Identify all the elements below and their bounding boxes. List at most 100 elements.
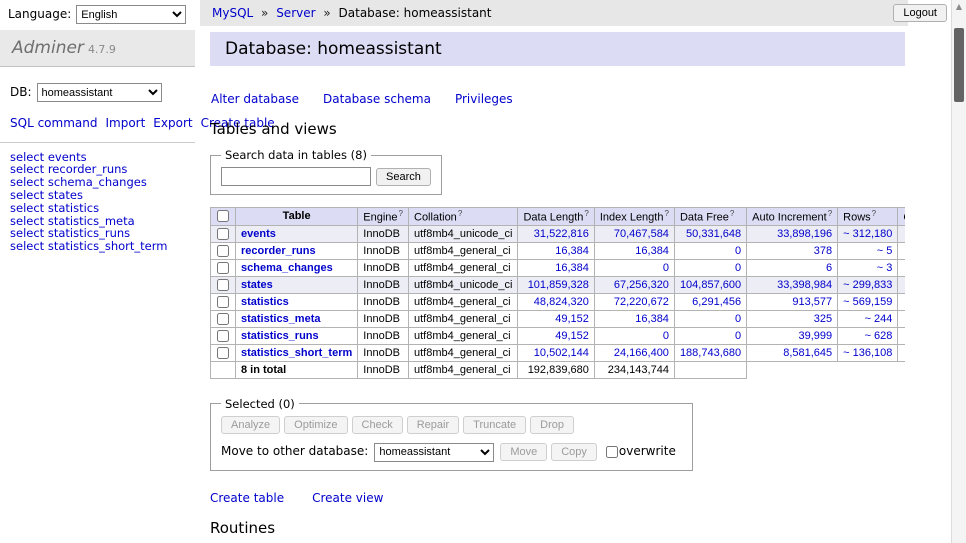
data-length-link[interactable]: 16,384 [555,245,589,257]
data-free-link-cell: 0 [674,310,746,327]
breadcrumb-link[interactable]: Server [276,6,315,20]
data-free-link[interactable]: 0 [735,313,741,325]
row-checkbox[interactable] [217,245,229,257]
help-link[interactable]: ? [828,209,832,218]
rows-link[interactable]: ~ 628 [865,330,893,342]
drop-button[interactable]: Drop [530,416,574,434]
check-button[interactable]: Check [352,416,403,434]
data-length-link[interactable]: 49,152 [555,330,589,342]
row-checkbox[interactable] [217,347,229,359]
data-length-link[interactable]: 10,502,144 [534,347,589,359]
rows-link[interactable]: ~ 136,108 [843,347,892,359]
auto-increment-link[interactable]: 378 [814,245,832,257]
rows-link[interactable]: ~ 312,180 [843,228,892,240]
index-length-link[interactable]: 67,256,320 [614,279,669,291]
index-length-link[interactable]: 70,467,584 [614,228,669,240]
table-name-link[interactable]: statistics_runs [241,330,319,342]
auto-increment-link[interactable]: 325 [814,313,832,325]
data-free-link[interactable]: 104,857,600 [680,279,741,291]
data-free-link[interactable]: 188,743,680 [680,347,741,359]
table-name-link[interactable]: statistics_short_term [241,347,352,359]
index-length-link[interactable]: 16,384 [635,313,669,325]
table-name-link[interactable]: recorder_runs [241,245,316,257]
data-length-link[interactable]: 31,522,816 [534,228,589,240]
db-nav-link[interactable]: Alter database [211,92,299,106]
index-length-link[interactable]: 0 [663,262,669,274]
scrollbar[interactable]: ▲ [951,0,966,543]
table-name-link[interactable]: statistics [241,296,289,308]
auto-increment-link[interactable]: 33,898,196 [777,228,832,240]
help-link[interactable]: ? [664,209,668,218]
language-select[interactable]: English [76,5,186,24]
auto-increment-link[interactable]: 39,999 [799,330,833,342]
auto-increment-link[interactable]: 8,581,645 [783,347,832,359]
search-input[interactable] [221,167,371,186]
scrollbar-thumb[interactable] [954,28,964,102]
data-free-link[interactable]: 0 [735,245,741,257]
data-free-link[interactable]: 6,291,456 [692,296,741,308]
sidebar-action-link[interactable]: Import [105,116,145,130]
row-checkbox[interactable] [217,262,229,274]
db-nav-link[interactable]: Database schema [323,92,431,106]
sidebar-table-link[interactable]: select states [10,189,185,202]
breadcrumb-link[interactable]: MySQL [212,6,253,20]
search-button[interactable]: Search [376,168,431,186]
logout-button[interactable]: Logout [893,4,947,22]
help-link[interactable]: ? [584,209,588,218]
help-link[interactable]: ? [872,209,876,218]
scroll-up-icon[interactable]: ▲ [952,0,966,14]
data-length-link[interactable]: 101,859,328 [528,279,589,291]
data-length-link[interactable]: 16,384 [555,262,589,274]
copy-button[interactable]: Copy [551,443,597,461]
sidebar-action-link[interactable]: SQL command [10,116,97,130]
data-free-link[interactable]: 50,331,648 [686,228,741,240]
select-all-checkbox[interactable] [217,210,229,222]
help-link[interactable]: ? [730,209,734,218]
overwrite-checkbox[interactable] [606,446,618,458]
index-length-link[interactable]: 16,384 [635,245,669,257]
row-checkbox[interactable] [217,296,229,308]
sidebar-action-link[interactable]: Export [153,116,192,130]
app-name[interactable]: Adminer [12,38,84,58]
index-length-link[interactable]: 72,220,672 [614,296,669,308]
db-select[interactable]: homeassistant [37,83,162,102]
create-link[interactable]: Create table [210,491,284,505]
index-length-link[interactable]: 24,166,400 [614,347,669,359]
rows-link[interactable]: ~ 3 [877,262,893,274]
rows-link[interactable]: ~ 5 [877,245,893,257]
analyze-button[interactable]: Analyze [221,416,280,434]
rows-link[interactable]: ~ 244 [865,313,893,325]
sidebar: Adminer4.7.9 DB:homeassistant SQL comman… [0,30,195,543]
truncate-button[interactable]: Truncate [463,416,526,434]
data-free-link[interactable]: 0 [735,330,741,342]
table-name-link[interactable]: schema_changes [241,262,333,274]
index-length-link[interactable]: 0 [663,330,669,342]
move-button[interactable]: Move [500,443,547,461]
row-checkbox[interactable] [217,228,229,240]
create-link[interactable]: Create view [312,491,383,505]
auto-increment-link[interactable]: 33,398,984 [777,279,832,291]
data-length-link[interactable]: 49,152 [555,313,589,325]
sidebar-table-link[interactable]: select statistics_short_term [10,240,185,253]
row-checkbox[interactable] [217,330,229,342]
move-db-select[interactable]: homeassistant [374,443,494,462]
help-link[interactable]: ? [458,209,462,218]
row-checkbox[interactable] [217,313,229,325]
sidebar-table-link[interactable]: select statistics [10,202,185,215]
optimize-button[interactable]: Optimize [284,416,347,434]
auto-increment-link[interactable]: 6 [826,262,832,274]
table-name-link[interactable]: statistics_meta [241,313,321,325]
row-checkbox[interactable] [217,279,229,291]
db-nav-link[interactable]: Privileges [455,92,513,106]
data-length-link[interactable]: 48,824,320 [534,296,589,308]
auto-increment-link[interactable]: 913,577 [792,296,832,308]
rows-link[interactable]: ~ 569,159 [843,296,892,308]
table-name-link[interactable]: states [241,279,273,291]
auto-increment-link-cell: 8,581,645 [747,344,838,361]
help-link[interactable]: ? [399,209,403,218]
data-free-link[interactable]: 0 [735,262,741,274]
rows-link[interactable]: ~ 299,833 [843,279,892,291]
auto-increment-link-cell: 913,577 [747,293,838,310]
table-name-link[interactable]: events [241,228,276,240]
repair-button[interactable]: Repair [407,416,459,434]
